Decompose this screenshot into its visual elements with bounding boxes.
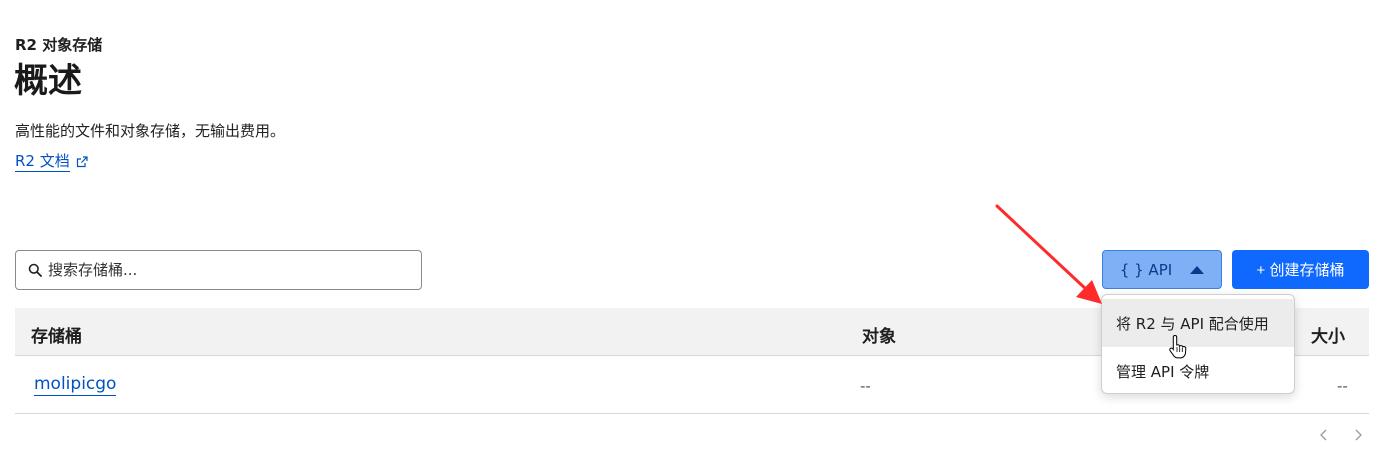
breadcrumb: R2 对象存储	[15, 36, 103, 54]
caret-up-icon	[1190, 265, 1205, 274]
bucket-size-value: --	[1337, 377, 1348, 395]
create-bucket-button[interactable]: + 创建存储桶	[1232, 250, 1369, 289]
api-dropdown-button[interactable]: { } API	[1102, 250, 1222, 289]
bucket-search-field[interactable]	[15, 250, 422, 290]
column-header-size[interactable]: 大小	[1311, 322, 1345, 347]
pagination	[1318, 428, 1364, 442]
bucket-objects-value: --	[860, 377, 871, 395]
r2-docs-link-label: R2 文档	[15, 152, 70, 172]
hand-cursor-icon	[1169, 334, 1187, 359]
bucket-search-input[interactable]	[48, 252, 421, 288]
r2-overview-page: R2 对象存储 概述 高性能的文件和对象存储，无输出费用。 R2 文档 { } …	[0, 0, 1383, 452]
external-link-icon	[76, 155, 88, 167]
bucket-name-link[interactable]: molipicgo	[34, 373, 117, 396]
column-header-bucket[interactable]: 存储桶	[31, 322, 82, 347]
api-button-label: { } API	[1119, 260, 1173, 279]
column-header-objects[interactable]: 对象	[862, 322, 896, 347]
api-dropdown-menu: 将 R2 与 API 配合使用 管理 API 令牌	[1101, 294, 1295, 394]
menu-item-manage-api-tokens[interactable]: 管理 API 令牌	[1102, 347, 1294, 393]
page-title: 概述	[14, 61, 82, 101]
chevron-right-icon[interactable]	[1352, 428, 1364, 442]
search-icon	[28, 263, 42, 277]
chevron-left-icon[interactable]	[1318, 428, 1330, 442]
menu-item-use-r2-with-api[interactable]: 将 R2 与 API 配合使用	[1102, 299, 1294, 347]
r2-docs-link[interactable]: R2 文档	[15, 151, 88, 172]
page-subtitle: 高性能的文件和对象存储，无输出费用。	[15, 122, 286, 140]
